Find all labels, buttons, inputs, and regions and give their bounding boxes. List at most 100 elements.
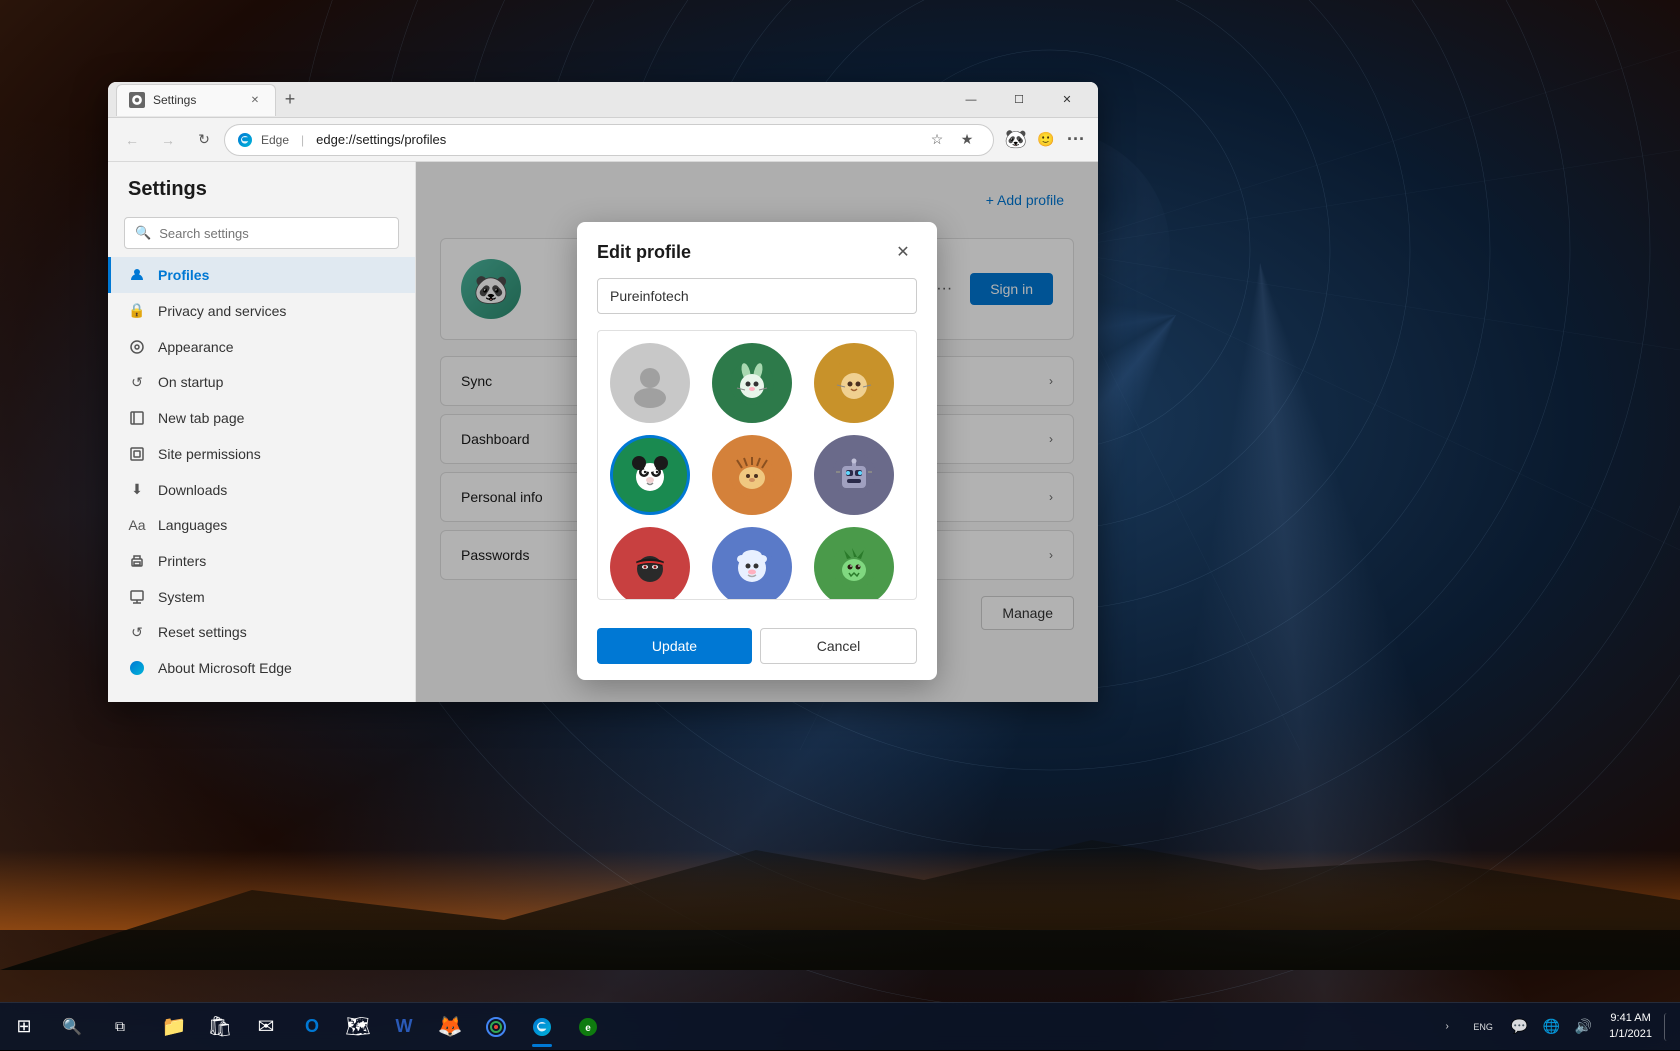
site-permissions-icon bbox=[128, 445, 146, 463]
title-bar: Settings ✕ + — ☐ ✕ bbox=[108, 82, 1098, 118]
favorites-button[interactable]: ★ bbox=[953, 126, 981, 154]
avatar-option-default[interactable] bbox=[610, 343, 690, 423]
avatar-option-cat[interactable] bbox=[814, 343, 894, 423]
address-text: edge://settings/profiles bbox=[316, 132, 915, 147]
profile-name-input[interactable] bbox=[597, 278, 917, 314]
sidebar-item-about[interactable]: About Microsoft Edge bbox=[108, 650, 415, 686]
modal-title: Edit profile bbox=[597, 242, 691, 263]
sidebar-item-privacy[interactable]: 🔒 Privacy and services bbox=[108, 293, 415, 329]
close-button[interactable]: ✕ bbox=[1044, 82, 1090, 118]
taskbar-app-edge[interactable] bbox=[520, 1005, 564, 1049]
search-box[interactable]: 🔍 bbox=[124, 217, 399, 249]
avatar-scroll-area[interactable] bbox=[597, 330, 917, 600]
sidebar-item-reset[interactable]: ↺ Reset settings bbox=[108, 615, 415, 651]
reset-label: Reset settings bbox=[158, 624, 247, 640]
modal-footer: Update Cancel bbox=[577, 616, 937, 680]
system-clock[interactable]: 9:41 AM 1/1/2021 bbox=[1601, 1007, 1660, 1046]
address-actions: ☆ ★ bbox=[923, 126, 981, 154]
appearance-label: Appearance bbox=[158, 339, 234, 355]
forward-button[interactable]: → bbox=[152, 124, 184, 156]
sidebar-item-languages[interactable]: Aa Languages bbox=[108, 507, 415, 543]
bookmark-button[interactable]: ☆ bbox=[923, 126, 951, 154]
taskbar-app-store[interactable]: 🛍 bbox=[198, 1005, 242, 1049]
sidebar-item-printers[interactable]: Printers bbox=[108, 543, 415, 579]
content-area: Settings 🔍 Profiles 🔒 Privacy and servic… bbox=[108, 162, 1098, 702]
notification-icon[interactable]: 💬 bbox=[1505, 1013, 1533, 1041]
browser-window: Settings ✕ + — ☐ ✕ ← → ↻ bbox=[108, 82, 1098, 702]
downloads-label: Downloads bbox=[158, 482, 227, 498]
avatar-option-rabbit[interactable] bbox=[712, 343, 792, 423]
taskbar-search-button[interactable]: 🔍 bbox=[48, 1003, 96, 1051]
sidebar-item-new-tab[interactable]: New tab page bbox=[108, 400, 415, 436]
avatar-option-dino[interactable] bbox=[814, 527, 894, 600]
sidebar-item-profiles[interactable]: Profiles bbox=[108, 257, 415, 293]
edge-label-text: Edge bbox=[261, 133, 289, 147]
avatar-option-ninja[interactable] bbox=[610, 527, 690, 600]
address-bar[interactable]: Edge | edge://settings/profiles ☆ ★ bbox=[224, 124, 994, 156]
network-icon[interactable]: 🌐 bbox=[1537, 1013, 1565, 1041]
emoji-button[interactable]: 🙂 bbox=[1032, 126, 1060, 154]
edit-profile-dialog: Edit profile ✕ bbox=[577, 222, 937, 680]
sidebar-item-downloads[interactable]: ⬇ Downloads bbox=[108, 472, 415, 508]
taskbar-app-chrome[interactable] bbox=[474, 1005, 518, 1049]
site-permissions-label: Site permissions bbox=[158, 446, 261, 462]
svg-text:e: e bbox=[585, 1023, 591, 1034]
taskbar-app-explorer[interactable]: 📁 bbox=[152, 1005, 196, 1049]
cancel-button[interactable]: Cancel bbox=[760, 628, 917, 664]
privacy-icon: 🔒 bbox=[128, 302, 146, 320]
avatar-option-robot[interactable] bbox=[814, 435, 894, 515]
sidebar-item-site-permissions[interactable]: Site permissions bbox=[108, 436, 415, 472]
taskbar-app-maps[interactable]: 🗺 bbox=[336, 1005, 380, 1049]
show-hidden-icons-button[interactable]: › bbox=[1433, 1013, 1461, 1041]
settings-tab[interactable]: Settings ✕ bbox=[116, 84, 276, 116]
sidebar-item-system[interactable]: System bbox=[108, 579, 415, 615]
more-button[interactable]: ··· bbox=[1062, 126, 1090, 154]
taskbar-app-mail[interactable]: ✉ bbox=[244, 1005, 288, 1049]
refresh-button[interactable]: ↻ bbox=[188, 124, 220, 156]
avatar-option-panda[interactable] bbox=[610, 435, 690, 515]
maximize-button[interactable]: ☐ bbox=[996, 82, 1042, 118]
tab-close-button[interactable]: ✕ bbox=[247, 92, 263, 108]
about-label: About Microsoft Edge bbox=[158, 660, 292, 676]
languages-icon: Aa bbox=[128, 516, 146, 534]
search-settings-input[interactable] bbox=[159, 226, 388, 241]
system-label: System bbox=[158, 589, 205, 605]
taskbar: ⊞ 🔍 ⧉ 📁 🛍 ✉ O 🗺 W 🦊 bbox=[0, 1002, 1680, 1050]
volume-icon[interactable]: 🔊 bbox=[1569, 1013, 1597, 1041]
avatar-option-yeti[interactable] bbox=[712, 527, 792, 600]
taskbar-app-word[interactable]: W bbox=[382, 1005, 426, 1049]
taskbar-app-outlook[interactable]: O bbox=[290, 1005, 334, 1049]
toolbar-buttons: 🐼 🙂 ··· bbox=[1002, 126, 1090, 154]
clock-time: 9:41 AM bbox=[1610, 1011, 1650, 1026]
main-content: + Add profile 🐼 ··· Sign in Sync › Dashb… bbox=[416, 162, 1098, 702]
profile-button[interactable]: 🐼 bbox=[1002, 126, 1030, 154]
printers-label: Printers bbox=[158, 553, 206, 569]
update-button[interactable]: Update bbox=[597, 628, 752, 664]
taskbar-app-edge2[interactable]: e bbox=[566, 1005, 610, 1049]
languages-label: Languages bbox=[158, 517, 227, 533]
sidebar-title: Settings bbox=[108, 178, 415, 217]
sidebar: Settings 🔍 Profiles 🔒 Privacy and servic… bbox=[108, 162, 416, 702]
modal-header: Edit profile ✕ bbox=[577, 222, 937, 278]
downloads-icon: ⬇ bbox=[128, 481, 146, 499]
start-button[interactable]: ⊞ bbox=[0, 1003, 48, 1051]
minimize-button[interactable]: — bbox=[948, 82, 994, 118]
language-indicator[interactable]: ENG bbox=[1465, 1013, 1501, 1041]
modal-overlay: Edit profile ✕ bbox=[416, 162, 1098, 702]
back-button[interactable]: ← bbox=[116, 124, 148, 156]
taskbar-app-firefox[interactable]: 🦊 bbox=[428, 1005, 472, 1049]
modal-body bbox=[577, 278, 937, 616]
sidebar-item-on-startup[interactable]: ↺ On startup bbox=[108, 365, 415, 401]
sidebar-item-appearance[interactable]: Appearance bbox=[108, 329, 415, 365]
avatar-option-hedgehog[interactable] bbox=[712, 435, 792, 515]
profiles-label: Profiles bbox=[158, 267, 209, 283]
search-icon: 🔍 bbox=[135, 225, 151, 241]
on-startup-label: On startup bbox=[158, 374, 223, 390]
new-tab-button[interactable]: + bbox=[276, 86, 304, 114]
window-controls: — ☐ ✕ bbox=[948, 82, 1090, 118]
task-view-button[interactable]: ⧉ bbox=[96, 1003, 144, 1051]
dialog-close-button[interactable]: ✕ bbox=[889, 238, 917, 266]
clock-date: 1/1/2021 bbox=[1609, 1027, 1652, 1042]
settings-tab-label: Settings bbox=[153, 93, 196, 107]
show-desktop-button[interactable] bbox=[1664, 1013, 1672, 1041]
